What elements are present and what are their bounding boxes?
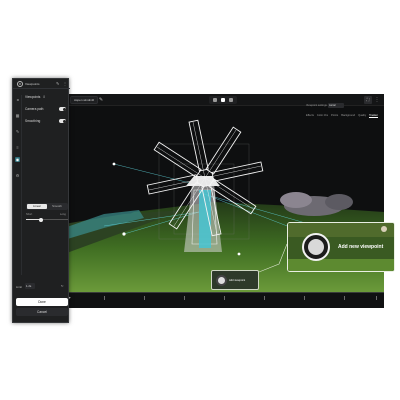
loop-icon[interactable]: ↻ [61, 284, 64, 288]
row-label: Smoothing [25, 119, 41, 123]
row-label: Camera path [25, 107, 44, 111]
done-button[interactable]: Done [16, 298, 68, 306]
row-count: 8 [43, 95, 46, 99]
view-mode-option-icon[interactable] [213, 98, 217, 102]
settings-icon[interactable]: ⚙ [15, 173, 20, 178]
timeline-tick [376, 296, 377, 300]
duration-slider[interactable] [26, 217, 68, 222]
workspace-label: Viewpoint settings [306, 104, 327, 107]
add-viewpoint-callout[interactable]: Add new viewpoint [287, 222, 395, 272]
grid-icon[interactable]: ▦ [15, 113, 20, 118]
limit-input[interactable]: 1.2s [25, 283, 35, 289]
view-mode-toggle[interactable] [209, 96, 237, 104]
edit-icon[interactable]: ✎ [56, 81, 59, 86]
cursor-icon[interactable]: ◂ [15, 97, 20, 102]
tab-color-ribs[interactable]: Color ribs [317, 114, 328, 118]
timeline[interactable]: ▶ [64, 292, 384, 302]
edit-icon[interactable]: ✎ [98, 96, 104, 104]
tab-background[interactable]: Background [341, 114, 355, 118]
panel-header: ⚙ Viewpoints ✎ ⋮ [13, 79, 70, 89]
tab-tracker[interactable]: Tracker [369, 114, 378, 118]
point-cloud-viewer[interactable]: Aspen windmill ✎ ⛶ ⋮ Viewpoint settings … [64, 94, 384, 308]
slider-knob[interactable] [39, 217, 43, 222]
camera-path-toggle[interactable] [59, 107, 66, 111]
tab-points[interactable]: Points [331, 114, 338, 118]
row-label: Viewpoints [25, 95, 41, 99]
timeline-tick [224, 296, 225, 300]
more-icon[interactable]: ⋮ [63, 81, 67, 86]
panel-title: Viewpoints [25, 82, 40, 86]
view-mode-option-icon[interactable] [229, 98, 233, 102]
segment-linear[interactable]: Linear [27, 204, 47, 209]
fullscreen-button[interactable]: ⛶ [364, 96, 372, 104]
settings-icon: ⚙ [17, 81, 23, 87]
timeline-tick [304, 296, 305, 300]
tab-effects[interactable]: Effects [306, 114, 314, 118]
panel-row-smoothing: Smoothing [25, 119, 40, 123]
brush-icon[interactable]: ✎ [15, 129, 20, 134]
segment-smooth[interactable]: Smooth [47, 204, 67, 209]
timeline-tick [264, 296, 265, 300]
cancel-button[interactable]: Cancel [16, 308, 68, 316]
limit-label: Limit [16, 285, 22, 289]
slider-min-label: Short [26, 213, 33, 216]
settings-tabs: Effects Color ribs Points Background Qua… [306, 114, 378, 118]
timeline-tick [344, 296, 345, 300]
add-new-viewpoint-label: Add new viewpoint [338, 244, 384, 250]
panel-tool-rail: ◂ ▦ ✎ ≡ ◉ ⚙ [13, 95, 22, 275]
interpolation-segmented-control[interactable]: Linear Smooth [26, 203, 68, 210]
camera-icon[interactable]: ◉ [15, 157, 20, 162]
smoothing-toggle[interactable] [59, 119, 66, 123]
workspace-select[interactable]: Aerial [328, 103, 344, 108]
viewpoint-capture-icon[interactable] [302, 233, 330, 261]
add-viewpoint-thumbnail[interactable]: Add viewpoint [211, 270, 259, 290]
viewpoint-capture-icon [216, 275, 227, 286]
panel-row-viewpoints: Viewpoints 8 [25, 95, 45, 99]
timeline-tick [184, 296, 185, 300]
viewpoints-panel: ⚙ Viewpoints ✎ ⋮ ◂ ▦ ✎ ≡ ◉ ⚙ Viewpoints … [12, 78, 70, 323]
project-selector[interactable]: Aspen windmill [70, 96, 99, 104]
timeline-tick [144, 296, 145, 300]
layers-icon[interactable]: ≡ [15, 145, 20, 150]
tab-quality[interactable]: Quality [358, 114, 366, 118]
thumbnail-label: Add viewpoint [229, 279, 246, 282]
panel-row-camera-path: Camera path [25, 107, 43, 111]
view-mode-option-icon[interactable] [221, 98, 225, 102]
more-icon[interactable]: ⋮ [374, 96, 380, 104]
timeline-tick [104, 296, 105, 300]
slider-max-label: Long [60, 213, 66, 216]
